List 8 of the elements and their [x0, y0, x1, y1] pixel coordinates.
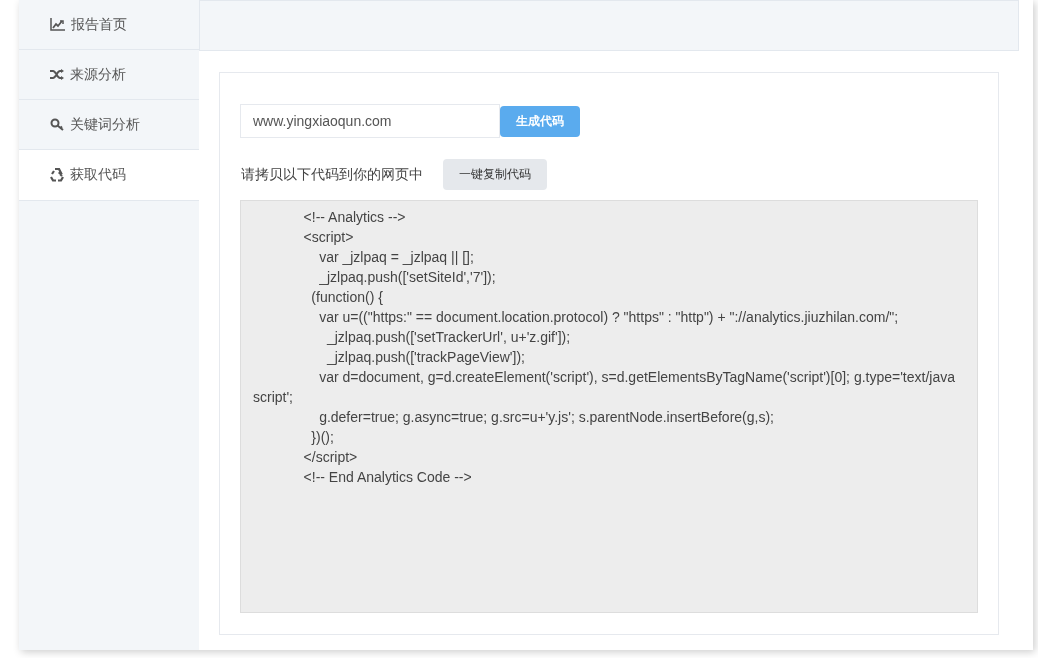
- shuffle-icon: [50, 69, 64, 80]
- line-chart-icon: [50, 18, 65, 31]
- code-text-area[interactable]: <!-- Analytics --> <script> var _jzlpaq = _jzlpaq || []; _jzlpaq.push(['setSiteId','7']); (function() { var u=(("https:" == document.location.protocol) ? "https" : "http") + "://analytics.jiuzhilan.com/"; _jzlpaq.push(['setTrackerUrl', u+'z.gif']); _jzlpaq.push(['trackPageView']); var d=document, g=d.createElement('script'), s=d.getElementsByTagName('script')[0]; g.type='text/javascript'; g.defer=true; g.async=true; g.src=u+'y.js'; s.parentNode.insertBefore(g,s); })(); </script> <!-- End Analytics Code -->: [240, 200, 978, 613]
- url-input-field[interactable]: www.yingxiaoqun.com: [240, 104, 500, 138]
- sidebar-item[interactable]: 获取代码: [19, 150, 199, 201]
- instruction-text: 请拷贝以下代码到你的网页中: [241, 165, 423, 184]
- copy-code-button[interactable]: 一键复制代码: [443, 159, 547, 190]
- recycle-icon: [50, 168, 64, 182]
